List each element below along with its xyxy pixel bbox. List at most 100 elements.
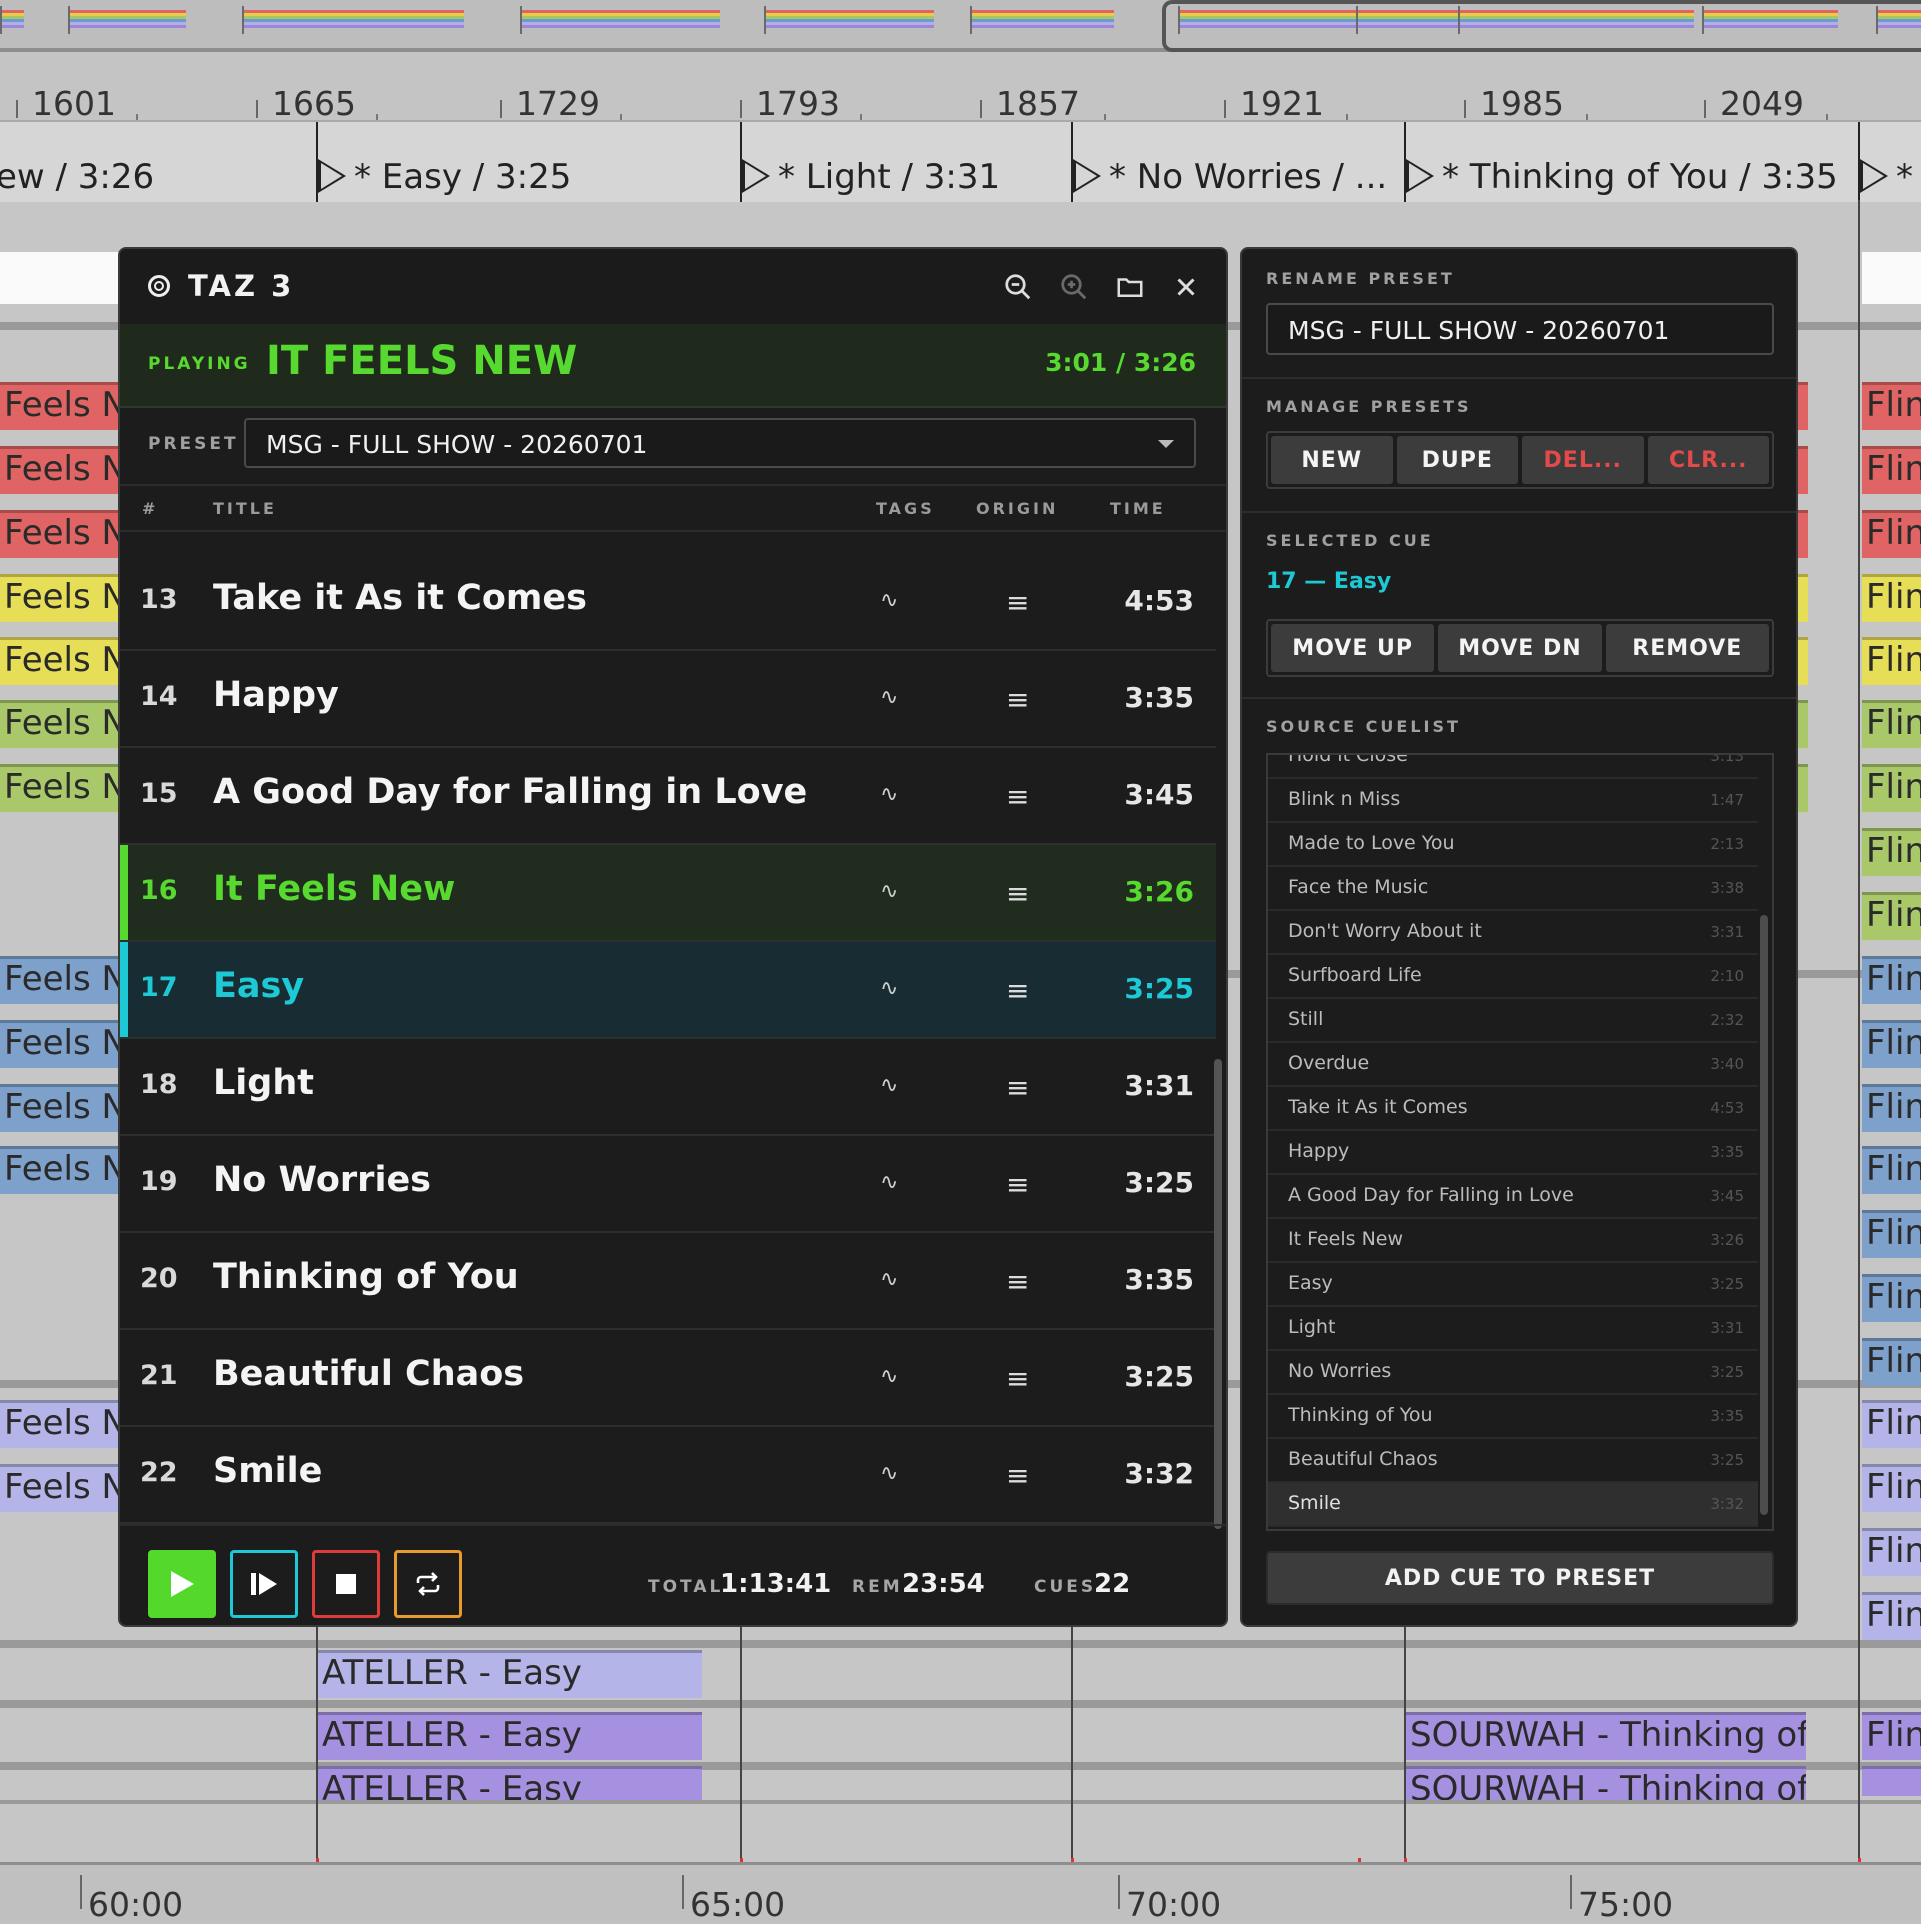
clip[interactable]: Flin [1862,956,1921,1004]
clip[interactable]: SOURWAH - Thinking of [1406,1712,1806,1760]
list-item[interactable]: Face the Music 3:38 [1268,867,1758,911]
locator-flag-icon[interactable] [318,159,346,193]
tag-waveform-icon[interactable]: ∿ [880,1461,898,1486]
list-item[interactable]: It Feels New 3:26 [1268,1219,1758,1263]
origin-list-icon[interactable]: ≡ [1006,586,1029,619]
list-item[interactable]: Light 3:31 [1268,1307,1758,1351]
clip[interactable]: Flin [1862,1210,1921,1258]
list-item[interactable]: Still 2:32 [1268,999,1758,1043]
origin-list-icon[interactable]: ≡ [1006,974,1029,1007]
dupe-preset-button[interactable]: DUPE [1396,436,1518,484]
clip[interactable]: Feels Ne [0,764,120,812]
preset-dropdown[interactable]: MSG - FULL SHOW - 20260701 [244,418,1196,468]
clip[interactable]: SOURWAH - Thinking of [1406,1766,1806,1800]
column-header-time[interactable]: TIME [1110,499,1166,518]
zoom-out-icon[interactable] [1000,269,1036,305]
clip[interactable]: Feels Ne [0,1146,120,1194]
list-item[interactable]: Surfboard Life 2:10 [1268,955,1758,999]
list-item[interactable]: Overdue 3:40 [1268,1043,1758,1087]
skip-next-button[interactable] [230,1550,298,1618]
origin-list-icon[interactable]: ≡ [1006,1071,1029,1104]
clip[interactable]: ATELLER - Easy [318,1650,702,1698]
clip[interactable]: Flin [1862,1400,1921,1448]
list-item[interactable]: Happy 3:35 [1268,1131,1758,1175]
clear-preset-button[interactable]: CLR... [1647,436,1769,484]
origin-list-icon[interactable]: ≡ [1006,1168,1029,1201]
clip[interactable]: ATELLER - Easy [318,1712,702,1760]
locator-label[interactable]: ew / 3:26 [0,157,154,197]
list-item[interactable]: Beautiful Chaos 3:25 [1268,1439,1758,1483]
clip[interactable]: Feels Ne [0,956,120,1004]
list-item[interactable]: Don't Worry About it 3:31 [1268,911,1758,955]
clip[interactable]: Feels Ne [0,574,120,622]
source-cuelist[interactable]: Hold it Close 3:13 Blink n Miss 1:47 Made to… [1266,753,1774,1531]
table-row[interactable]: 20 Thinking of You ∿ ≡ 3:35 [120,1233,1216,1330]
clip[interactable] [1798,700,1808,748]
bar-ruler[interactable]: 1601 1665 1729 1793 1857 1921 1985 2049 [0,52,1921,123]
clip[interactable]: Flin [1862,1146,1921,1194]
locator-flag-icon[interactable] [1073,159,1101,193]
list-item[interactable]: Blink n Miss 1:47 [1268,779,1758,823]
scrollbar[interactable] [1760,915,1768,1515]
rename-preset-input[interactable]: MSG - FULL SHOW - 20260701 [1266,303,1774,355]
clip[interactable]: Flin [1862,382,1921,430]
list-item[interactable]: Easy 3:25 [1268,1263,1758,1307]
table-row[interactable]: 17 Easy ∿ ≡ 3:25 [120,942,1216,1039]
play-button[interactable] [148,1550,216,1618]
clip[interactable]: Flin [1862,1338,1921,1386]
table-row[interactable]: 15 A Good Day for Falling in Love ∿ ≡ 3:45 [120,748,1216,845]
clip[interactable]: Flin [1862,446,1921,494]
clip[interactable] [1798,446,1808,494]
list-item[interactable]: No Worries 3:25 [1268,1351,1758,1395]
clip[interactable]: Flin [1862,1464,1921,1512]
folder-icon[interactable] [1112,269,1148,305]
tag-waveform-icon[interactable]: ∿ [880,976,898,1001]
clip[interactable]: Flin [1862,574,1921,622]
clip[interactable] [1798,382,1808,430]
tag-waveform-icon[interactable]: ∿ [880,588,898,613]
tag-waveform-icon[interactable]: ∿ [880,1170,898,1195]
table-row[interactable]: 16 It Feels New ∿ ≡ 3:26 [120,845,1216,942]
locator-flag-icon[interactable] [742,159,770,193]
tag-waveform-icon[interactable]: ∿ [880,1073,898,1098]
table-row[interactable]: 22 Smile ∿ ≡ 3:32 [120,1427,1216,1524]
taz-titlebar[interactable]: TAZ 3 [120,249,1226,326]
clip[interactable]: Flin [1862,1274,1921,1322]
new-preset-button[interactable]: NEW [1271,436,1393,484]
origin-list-icon[interactable]: ≡ [1006,780,1029,813]
move-up-button[interactable]: MOVE UP [1271,624,1435,672]
clip[interactable]: Flin [1862,828,1921,876]
move-down-button[interactable]: MOVE DN [1438,624,1602,672]
table-row[interactable]: 13 Take it As it Comes ∿ ≡ 4:53 [120,554,1216,651]
zoom-in-icon[interactable] [1056,269,1092,305]
list-item[interactable]: Take it As it Comes 4:53 [1268,1087,1758,1131]
list-item[interactable]: Smile 3:32 [1268,1483,1758,1527]
arrangement-overview[interactable] [0,0,1921,52]
clip[interactable]: Flin [1862,1084,1921,1132]
tag-waveform-icon[interactable]: ∿ [880,879,898,904]
table-row[interactable]: 21 Beautiful Chaos ∿ ≡ 3:25 [120,1330,1216,1427]
locator-label[interactable]: * [1896,157,1913,197]
delete-preset-button[interactable]: DEL... [1522,436,1644,484]
add-cue-to-preset-button[interactable]: ADD CUE TO PRESET [1266,1551,1774,1605]
origin-list-icon[interactable]: ≡ [1006,1265,1029,1298]
clip[interactable]: Flin [1862,764,1921,812]
list-item[interactable]: Hold it Close 3:13 [1268,755,1758,779]
clip[interactable]: Flin [1862,1528,1921,1576]
list-item[interactable]: Made to Love You 2:13 [1268,823,1758,867]
clip[interactable]: Flin [1862,1592,1921,1640]
clip[interactable]: Flin [1862,700,1921,748]
origin-list-icon[interactable]: ≡ [1006,1362,1029,1395]
clip[interactable] [1798,574,1808,622]
locator-flag-icon[interactable] [1860,159,1888,193]
clip[interactable] [1862,1766,1921,1796]
clip[interactable]: Flin [1862,1020,1921,1068]
stop-button[interactable] [312,1550,380,1618]
list-item[interactable]: Thinking of You 3:35 [1268,1395,1758,1439]
clip[interactable]: Feels Ne [0,700,120,748]
clip[interactable]: Feels Ne [0,1464,120,1512]
loop-button[interactable] [394,1550,462,1618]
clip[interactable] [1798,510,1808,558]
list-item[interactable]: A Good Day for Falling in Love 3:45 [1268,1175,1758,1219]
clip[interactable] [1798,764,1808,812]
